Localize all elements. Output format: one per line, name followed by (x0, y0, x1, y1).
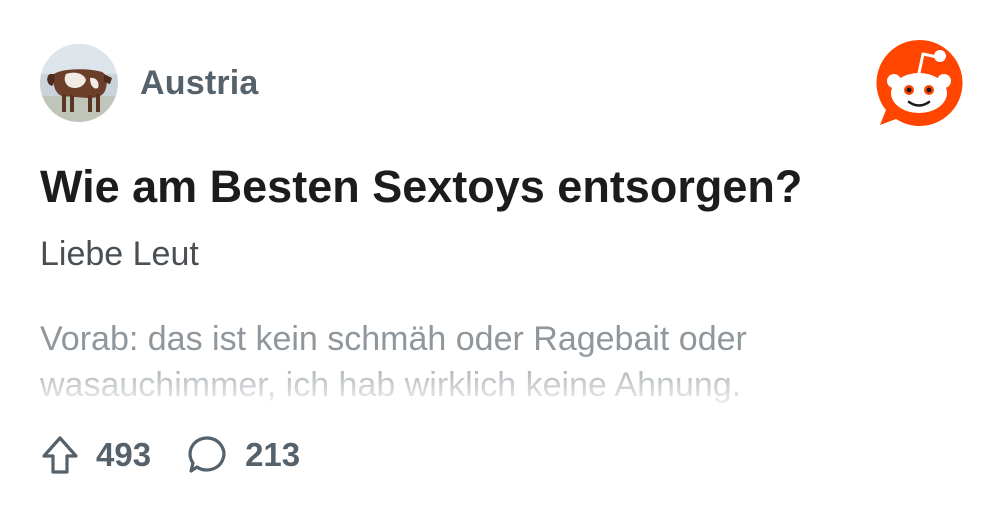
comment-count: 213 (245, 436, 301, 473)
comment-bubble-icon (187, 434, 229, 476)
reddit-logo-icon (874, 38, 964, 128)
post-card[interactable]: Austria Wie am Besten Sextoys entsorgen?… (0, 0, 1000, 521)
upvote-arrow-icon (40, 434, 80, 476)
community-avatar[interactable] (40, 44, 118, 122)
post-body-preview: Vorab: das ist kein schmäh oder Ragebait… (40, 320, 747, 404)
post-title[interactable]: Wie am Besten Sextoys entsorgen? (40, 160, 802, 214)
post-actions: 493 213 (40, 432, 300, 478)
upvote-button[interactable]: 493 (40, 434, 151, 476)
community-name[interactable]: Austria (140, 64, 259, 103)
upvote-count: 493 (96, 436, 152, 473)
comments-button[interactable]: 213 (187, 434, 300, 476)
post-header: Austria (40, 44, 259, 122)
post-subtitle: Liebe Leut (40, 235, 199, 273)
